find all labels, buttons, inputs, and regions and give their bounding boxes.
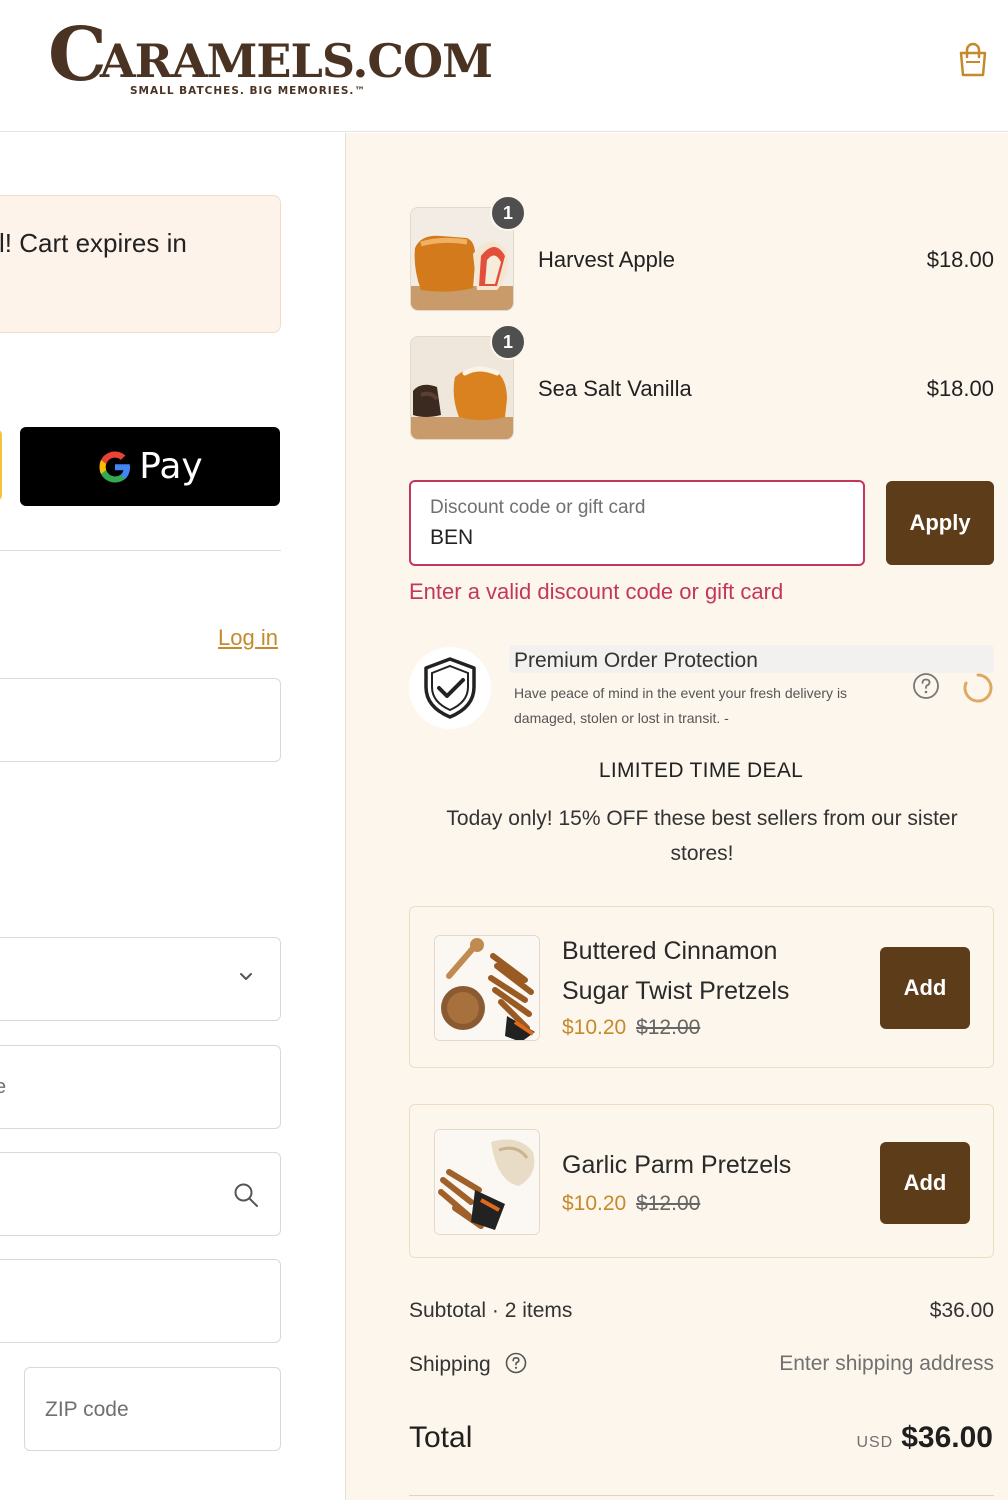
discount-input-label: Discount code or gift card	[430, 497, 646, 518]
discount-code-input[interactable]: Discount code or gift card BEN	[409, 480, 865, 566]
field-placeholder-fragment: e	[0, 1076, 7, 1098]
logo-wordmark: CARAMELS.COM	[48, 18, 493, 92]
discount-input-value: BEN	[430, 526, 474, 549]
google-pay-button[interactable]: Pay	[20, 427, 280, 506]
quantity-badge: 1	[490, 195, 526, 231]
quantity-badge: 1	[490, 324, 526, 360]
order-protection-widget: Premium Order Protection Have peace of m…	[409, 645, 994, 731]
upsell-price: $10.20 $12.00	[562, 1192, 700, 1216]
upsell-card: Buttered Cinnamon Sugar Twist Pretzels $…	[409, 906, 994, 1068]
apply-discount-button[interactable]: Apply	[886, 481, 994, 565]
compare-at-price: $12.00	[636, 1016, 701, 1039]
logo-tagline: SMALL BATCHES. BIG MEMORIES.™	[130, 85, 366, 97]
email-field[interactable]	[0, 678, 281, 762]
product-image-garlic-parm-pretzels	[434, 1129, 540, 1235]
shield-check-icon	[424, 657, 476, 719]
cart-item: 1 Harvest Apple $18.00	[410, 195, 1008, 311]
logo-initial: C	[48, 12, 107, 98]
item-price: $18.00	[926, 376, 994, 401]
shield-badge	[409, 647, 491, 729]
item-price: $18.00	[926, 247, 994, 272]
protection-title: Premium Order Protection	[514, 649, 758, 672]
address-search-field[interactable]	[0, 1152, 281, 1236]
sale-price: $10.20	[562, 1016, 627, 1039]
upsell-card: Garlic Parm Pretzels $10.20 $12.00 Add	[409, 1104, 994, 1258]
name-field[interactable]: e	[0, 1045, 281, 1129]
subtotal-label: Subtotal · 2 items	[409, 1299, 573, 1322]
shipping-label: Shipping	[409, 1353, 491, 1376]
protection-description: Have peace of mind in the event your fre…	[514, 685, 848, 726]
order-summary-column: 1 Harvest Apple $18.00 1 Sea Salt Vanill…	[345, 133, 1008, 1500]
country-select[interactable]	[0, 937, 281, 1021]
logo-text: ARAMELS.COM	[99, 34, 493, 88]
item-name: Sea Salt Vanilla	[538, 376, 692, 401]
upsell-product-name: Buttered Cinnamon Sugar Twist Pretzels	[562, 937, 790, 1005]
loading-spinner-icon	[963, 673, 993, 703]
shipping-label-wrap: Shipping	[409, 1352, 527, 1377]
apartment-field[interactable]	[0, 1259, 281, 1343]
zip-placeholder: ZIP code	[45, 1398, 129, 1421]
cart-item: 1 Sea Salt Vanilla $18.00	[410, 324, 1008, 440]
checkout-form-column: l! Cart expires in Pay Log in e ZIP code	[0, 133, 345, 1500]
add-upsell-button[interactable]: Add	[880, 1142, 970, 1224]
chevron-down-icon	[240, 973, 252, 980]
sale-price: $10.20	[562, 1192, 627, 1215]
total-label: Total	[409, 1421, 473, 1454]
upsell-price: $10.20 $12.00	[562, 1016, 700, 1040]
zip-code-field[interactable]: ZIP code	[24, 1367, 281, 1451]
caramels-logo[interactable]: CARAMELS.COM SMALL BATCHES. BIG MEMORIES…	[48, 18, 493, 102]
login-link[interactable]: Log in	[218, 625, 278, 651]
paypal-button-edge[interactable]	[0, 429, 2, 501]
site-header: CARAMELS.COM SMALL BATCHES. BIG MEMORIES…	[0, 0, 1008, 132]
upsell-product-name: Garlic Parm Pretzels	[562, 1151, 792, 1179]
compare-at-price: $12.00	[636, 1192, 701, 1215]
total-value: $36.00	[901, 1421, 993, 1454]
cart-expiry-banner: l! Cart expires in	[0, 195, 281, 333]
item-name: Harvest Apple	[538, 247, 675, 272]
shipping-value: Enter shipping address	[779, 1352, 994, 1375]
help-icon[interactable]	[912, 672, 940, 700]
product-image-cinnamon-pretzels	[434, 935, 540, 1041]
deal-title: LIMITED TIME DEAL	[598, 759, 804, 782]
google-g-icon	[99, 451, 131, 482]
google-pay-label: Pay	[139, 446, 203, 487]
divider	[0, 550, 281, 551]
add-upsell-button[interactable]: Add	[880, 947, 970, 1029]
discount-error-message: Enter a valid discount code or gift card	[409, 579, 784, 604]
currency-code: USD	[856, 1434, 894, 1451]
divider	[409, 1495, 994, 1496]
search-icon	[234, 1183, 258, 1207]
deal-text: Today only! 15% OFF these best sellers f…	[446, 807, 958, 865]
subtotal-value: $36.00	[929, 1299, 994, 1322]
cart-expiry-text: l! Cart expires in	[0, 228, 187, 258]
shopping-bag-icon[interactable]	[956, 42, 990, 78]
total-amount: USD $36.00	[856, 1421, 993, 1455]
help-icon[interactable]	[505, 1352, 527, 1374]
